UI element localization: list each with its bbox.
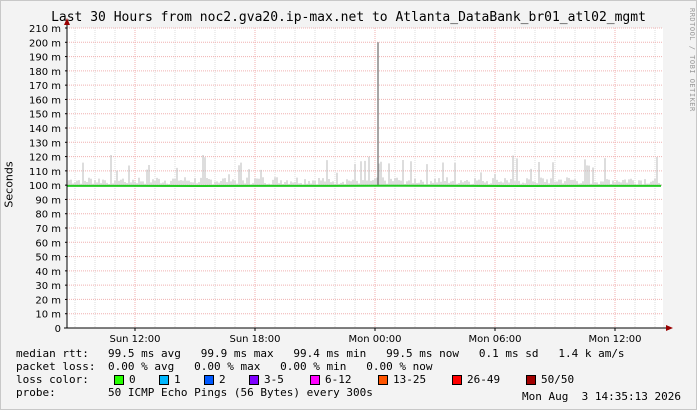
- loss-color-label-text: 13-25: [393, 373, 427, 386]
- loss-color-swatch: [204, 374, 214, 385]
- y-tick-label: 70 m: [35, 224, 61, 235]
- loss-color-label-text: 0: [129, 373, 136, 386]
- y-tick-label: 20 m: [35, 295, 61, 306]
- loss-color-swatch: [452, 374, 462, 385]
- y-tick-label: 160 m: [29, 95, 61, 106]
- loss-color-label-text: 3-5: [264, 373, 284, 386]
- x-tick-label: Sun 18:00: [229, 334, 280, 345]
- loss-color-label-text: 1: [174, 373, 181, 386]
- y-tick-label: 90 m: [35, 195, 61, 206]
- y-tick-label: 170 m: [29, 81, 61, 92]
- x-tick-label: Mon 12:00: [588, 334, 641, 345]
- y-axis-arrow: [64, 18, 70, 25]
- y-tick-label: 40 m: [35, 267, 61, 278]
- y-ticks: 0 10 m 20 m 30 m 40 m 50 m 60 m 70 m 80 m 90 m 100…: [29, 24, 67, 335]
- loss-color-swatch: [310, 374, 320, 385]
- loss-color-swatch: [159, 374, 169, 385]
- y-tick-label: 50 m: [35, 253, 61, 264]
- median-label: median rtt:: [16, 347, 89, 360]
- loss-color-items: 0 1 2 3-5 6-12 13-25 26-49 50/50: [108, 373, 585, 386]
- y-tick-label: 60 m: [35, 238, 61, 249]
- y-tick-label: 80 m: [35, 210, 61, 221]
- y-tick-label: 140 m: [29, 124, 61, 135]
- timestamp: Mon Aug 3 14:35:13 2026: [522, 390, 681, 403]
- loss-color-label-text: 6-12: [325, 373, 352, 386]
- x-ticks: Sun 12:00 Sun 18:00 Mon 00:00 Mon 06:00 Mon …: [109, 328, 642, 345]
- loss-color-item: 3-5: [243, 373, 300, 386]
- y-tick-label: 190 m: [29, 53, 61, 64]
- loss-color-row: loss color: 0 1 2 3-5 6-12 13-25 26-49 50/50: [16, 373, 625, 386]
- y-tick-label: 150 m: [29, 110, 61, 121]
- loss-color-label-text: 2: [219, 373, 226, 386]
- loss-color-swatch: [114, 374, 124, 385]
- x-tick-label: Mon 06:00: [468, 334, 521, 345]
- median-row: median rtt: 99.5 ms avg 99.9 ms max 99.4 …: [16, 347, 625, 360]
- median-values: 99.5 ms avg 99.9 ms max 99.4 ms min 99.5…: [108, 347, 625, 360]
- loss-color-label-text: 50/50: [541, 373, 575, 386]
- loss-color-label: loss color:: [16, 373, 89, 386]
- x-axis-arrow: [666, 325, 673, 331]
- y-tick-label: 110 m: [29, 167, 61, 178]
- loss-color-item: 0: [108, 373, 149, 386]
- loss-color-swatch: [526, 374, 536, 385]
- loss-color-item: 6-12: [304, 373, 368, 386]
- y-tick-label: 10 m: [35, 310, 61, 321]
- y-tick-label: 0: [55, 324, 61, 335]
- loss-color-item: 1: [153, 373, 194, 386]
- y-tick-label: 210 m: [29, 24, 61, 35]
- loss-color-item: 2: [198, 373, 239, 386]
- loss-color-item: 50/50: [520, 373, 581, 386]
- y-tick-label: 30 m: [35, 281, 61, 292]
- probe-label: probe:: [16, 386, 56, 399]
- latency-chart: 0 10 m 20 m 30 m 40 m 50 m 60 m 70 m 80 m 90 m 100…: [29, 18, 673, 345]
- y-tick-label: 200 m: [29, 38, 61, 49]
- probe-values: 50 ICMP Echo Pings (56 Bytes) every 300s: [108, 386, 373, 399]
- loss-row: packet loss: 0.00 % avg 0.00 % max 0.00 %…: [16, 360, 625, 373]
- loss-values: 0.00 % avg 0.00 % max 0.00 % min 0.00 % …: [108, 360, 433, 373]
- loss-color-label-text: 26-49: [467, 373, 501, 386]
- loss-label: packet loss:: [16, 360, 96, 373]
- x-tick-label: Mon 00:00: [348, 334, 401, 345]
- y-tick-label: 120 m: [29, 153, 61, 164]
- loss-color-item: 13-25: [372, 373, 442, 386]
- loss-color-swatch: [378, 374, 388, 385]
- x-tick-label: Sun 12:00: [109, 334, 160, 345]
- loss-color-swatch: [249, 374, 259, 385]
- y-tick-label: 100 m: [29, 181, 61, 192]
- loss-color-item: 26-49: [446, 373, 516, 386]
- y-tick-label: 180 m: [29, 67, 61, 78]
- y-tick-label: 130 m: [29, 138, 61, 149]
